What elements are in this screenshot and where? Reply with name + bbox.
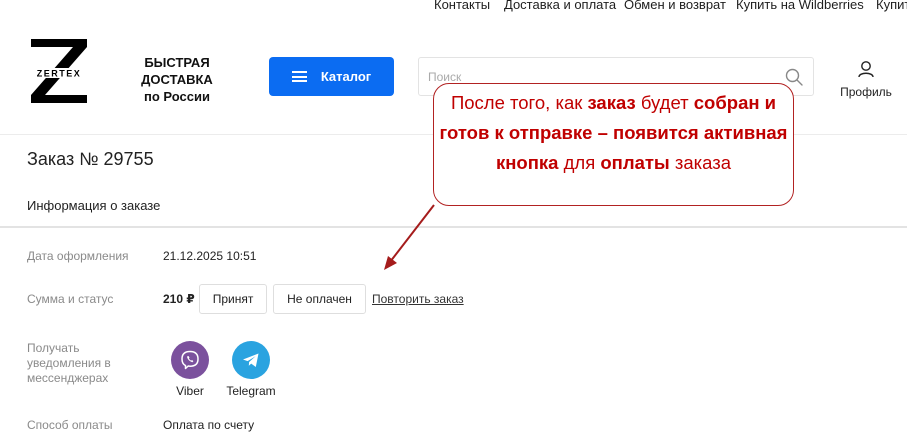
- zertex-logo-icon: ZERTEX: [27, 39, 91, 103]
- catalog-button-label: Каталог: [320, 69, 372, 84]
- top-link-wildberries[interactable]: Купить на Wildberries: [736, 0, 864, 12]
- tagline-line2: по России: [144, 89, 210, 104]
- tagline-line1: БЫСТРАЯ ДОСТАВКА: [141, 55, 213, 87]
- date-label: Дата оформления: [27, 249, 129, 263]
- tab-divider: [0, 226, 907, 228]
- telegram-icon: [232, 341, 270, 379]
- order-title: Заказ № 29755: [27, 149, 154, 169]
- callout-arrow-icon: [384, 204, 435, 270]
- status-unpaid-button[interactable]: Не оплачен: [273, 284, 366, 314]
- viber-icon: [171, 341, 209, 379]
- user-icon: [858, 61, 874, 78]
- site-logo[interactable]: ZERTEX: [27, 37, 91, 105]
- viber-label: Viber: [176, 384, 204, 398]
- top-link-exchange[interactable]: Обмен и возврат: [624, 0, 726, 12]
- catalog-button[interactable]: Каталог: [269, 57, 394, 96]
- repeat-order-link[interactable]: Повторить заказ: [372, 292, 464, 306]
- sum-status-label: Сумма и статус: [27, 292, 114, 306]
- menu-icon: [291, 71, 307, 82]
- viber-button[interactable]: Viber: [160, 341, 220, 398]
- top-link-buy[interactable]: Купит: [876, 0, 907, 12]
- notify-label: Получать уведомления в мессенджерах: [27, 341, 111, 385]
- tab-order-info[interactable]: Информация о заказе: [27, 198, 160, 213]
- top-link-delivery[interactable]: Доставка и оплата: [504, 0, 616, 12]
- top-links-bar: Контакты Доставка и оплата Обмен и возвр…: [0, 0, 907, 16]
- top-link-contacts[interactable]: Контакты: [434, 0, 490, 12]
- payment-label: Способ оплаты: [27, 418, 113, 432]
- telegram-button[interactable]: Telegram: [221, 341, 281, 398]
- date-value: 21.12.2025 10:51: [163, 249, 257, 263]
- logo-brand-text: ZERTEX: [37, 69, 82, 79]
- status-accepted-button[interactable]: Принят: [199, 284, 267, 314]
- telegram-label: Telegram: [226, 384, 276, 398]
- tagline: БЫСТРАЯ ДОСТАВКА по России: [107, 54, 247, 105]
- order-price: 210 ₽: [163, 292, 195, 306]
- profile-label: Профиль: [840, 85, 892, 99]
- payment-value: Оплата по счету: [163, 418, 255, 432]
- callout-annotation: После того, как заказ будет собран и гот…: [433, 83, 794, 206]
- profile-button[interactable]: Профиль: [836, 60, 896, 99]
- search-icon[interactable]: [785, 68, 803, 86]
